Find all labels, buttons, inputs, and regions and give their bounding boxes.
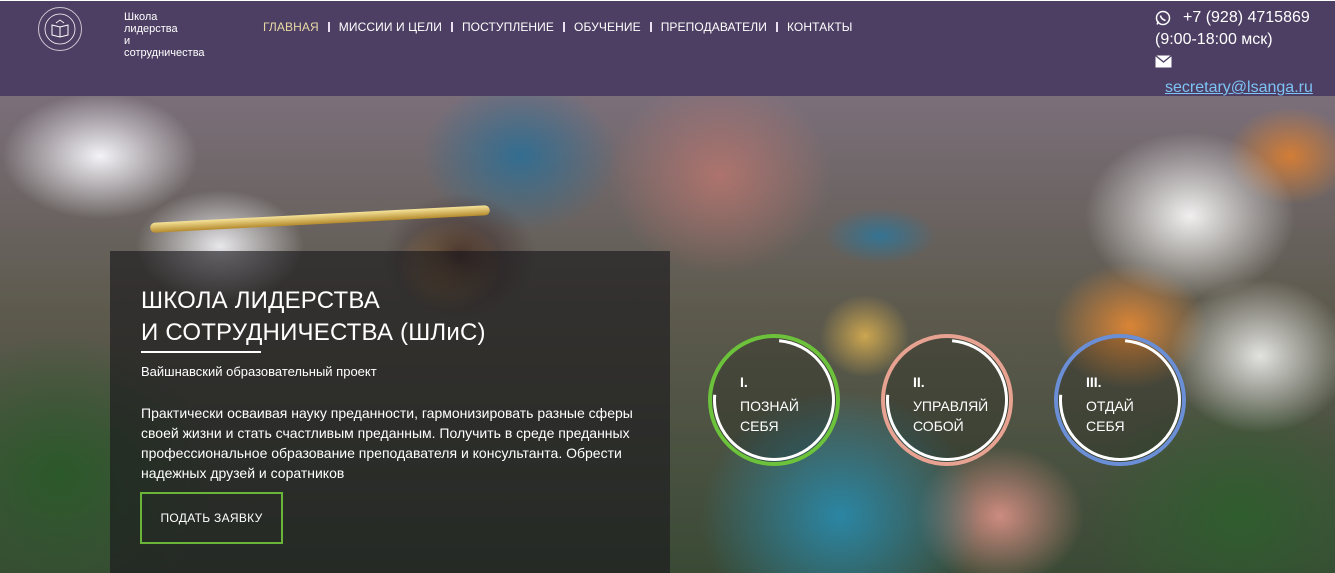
step-label: ПОЗНАЙ СЕБЯ xyxy=(740,396,799,436)
nav-divider xyxy=(649,22,652,32)
nav-item-admission[interactable]: ПОСТУПЛЕНИЕ xyxy=(462,20,554,34)
logo-line: лидерства xyxy=(124,23,178,35)
logo-line: сотрудничества xyxy=(124,47,205,59)
nav-divider xyxy=(327,22,330,32)
step-control-yourself[interactable]: II. УПРАВЛЯЙ СОБОЙ xyxy=(861,314,1033,486)
hero-subtitle: Вайшнавский образовательный проект xyxy=(141,364,377,379)
step-label-line: УПРАВЛЯЙ xyxy=(913,398,989,414)
step-label: УПРАВЛЯЙ СОБОЙ xyxy=(913,396,988,436)
logo-text[interactable]: Школа лидерства и сотрудничества xyxy=(124,11,234,59)
logo-line: Школа xyxy=(124,11,158,23)
book-icon xyxy=(44,13,76,45)
step-label-line: ОТДАЙ xyxy=(1086,398,1134,414)
step-number: I. xyxy=(740,374,748,390)
phone-row: +7 (928) 4715869 xyxy=(1155,7,1310,29)
site-header: Школа лидерства и сотрудничества ГЛАВНАЯ… xyxy=(0,0,1335,96)
step-number: III. xyxy=(1086,374,1102,390)
title-underline xyxy=(141,351,261,353)
nav-divider xyxy=(775,22,778,32)
hero-description: Практически осваивая науку преданности, … xyxy=(141,405,633,481)
hero-image-detail xyxy=(149,205,491,233)
step-label-line: СЕБЯ xyxy=(740,418,779,434)
step-label-line: ПОЗНАЙ xyxy=(740,398,799,414)
nav-item-education[interactable]: ОБУЧЕНИЕ xyxy=(574,20,641,34)
nav-item-teachers[interactable]: ПРЕПОДАВАТЕЛИ xyxy=(661,20,767,34)
hero-banner: ШКОЛА ЛИДЕРСТВА И СОТРУДНИЧЕСТВА (ШЛиС) … xyxy=(0,96,1335,573)
logo-line: и xyxy=(124,35,131,47)
nav-divider xyxy=(563,22,566,32)
nav-divider xyxy=(450,22,453,32)
nav-item-home[interactable]: ГЛАВНАЯ xyxy=(263,20,319,34)
mail-icon xyxy=(1155,54,1172,68)
step-label-line: СЕБЯ xyxy=(1086,418,1125,434)
logo-emblem-icon[interactable] xyxy=(38,7,82,51)
hero-title-line: И СОТРУДНИЧЕСТВА (ШЛиС) xyxy=(141,319,486,346)
header-contacts: +7 (928) 4715869 (9:00-18:00 мск) secret… xyxy=(1155,7,1313,96)
main-nav: ГЛАВНАЯ МИССИИ И ЦЕЛИ ПОСТУПЛЕНИЕ ОБУЧЕН… xyxy=(263,20,853,34)
hero-title: ШКОЛА ЛИДЕРСТВА И СОТРУДНИЧЕСТВА (ШЛиС) xyxy=(141,285,486,349)
step-give-yourself[interactable]: III. ОТДАЙ СЕБЯ xyxy=(1034,314,1206,486)
step-label-line: СОБОЙ xyxy=(913,418,964,434)
whatsapp-icon xyxy=(1155,10,1171,26)
nav-item-missions[interactable]: МИССИИ И ЦЕЛИ xyxy=(339,20,442,34)
hero-title-line: ШКОЛА ЛИДЕРСТВА xyxy=(141,287,380,314)
phone-number[interactable]: +7 (928) 4715869 xyxy=(1183,7,1310,29)
step-label: ОТДАЙ СЕБЯ xyxy=(1086,396,1134,436)
work-hours: (9:00-18:00 мск) xyxy=(1155,31,1273,48)
step-know-yourself[interactable]: I. ПОЗНАЙ СЕБЯ xyxy=(688,314,860,486)
step-number: II. xyxy=(913,374,925,390)
nav-item-contacts[interactable]: КОНТАКТЫ xyxy=(787,20,853,34)
apply-button[interactable]: ПОДАТЬ ЗАЯВКУ xyxy=(140,492,283,544)
